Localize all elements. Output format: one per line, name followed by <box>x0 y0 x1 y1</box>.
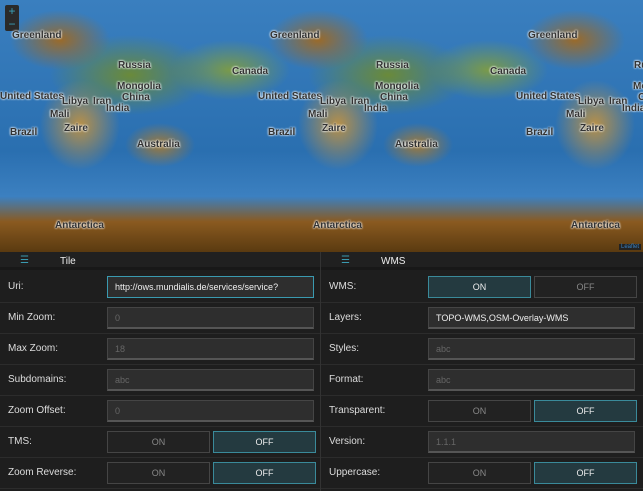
min-zoom-label: Min Zoom: <box>8 312 56 323</box>
zoom-offset-row: Zoom Offset: 0 <box>0 396 320 427</box>
layers-label: Layers: <box>329 312 362 323</box>
subdomains-label: Subdomains: <box>8 374 67 385</box>
map-label: Greenland <box>528 30 578 41</box>
map-label: Mali <box>50 109 70 120</box>
zoom-control: + − <box>5 5 19 31</box>
format-row: Format: abc <box>321 365 643 396</box>
tms-on-button[interactable]: ON <box>107 431 210 453</box>
map-label: India <box>622 103 643 114</box>
transparent-on-button[interactable]: ON <box>428 400 531 422</box>
transparent-row: Transparent: ON OFF <box>321 396 643 427</box>
map-label: Russia <box>634 60 643 71</box>
subdomains-row: Subdomains: abc <box>0 365 320 396</box>
sliders-icon: ☰ <box>20 255 29 266</box>
zoom-reverse-off-button[interactable]: OFF <box>213 462 316 484</box>
max-zoom-label: Max Zoom: <box>8 343 59 354</box>
sliders-icon: ☰ <box>341 255 350 266</box>
map-label: United States <box>0 91 64 102</box>
zoom-reverse-row: Zoom Reverse: ON OFF <box>0 458 320 489</box>
version-input[interactable]: 1.1.1 <box>428 431 635 453</box>
map-label: Brazil <box>526 127 554 138</box>
attribution-link[interactable]: Leaflet <box>618 244 641 250</box>
wms-header: ☰ WMS <box>321 252 643 270</box>
layers-row: Layers: TOPO-WMS,OSM-Overlay-WMS <box>321 303 643 334</box>
map-label: Antarctica <box>55 220 104 231</box>
transparent-off-button[interactable]: OFF <box>534 400 637 422</box>
map-label: India <box>106 103 130 114</box>
map-label: Zaire <box>64 123 88 134</box>
map-label: China <box>638 92 643 103</box>
layers-input[interactable]: TOPO-WMS,OSM-Overlay-WMS <box>428 307 635 329</box>
tile-title: Tile <box>60 256 76 267</box>
zoom-offset-input[interactable]: 0 <box>107 400 314 422</box>
tms-label: TMS: <box>8 436 32 447</box>
uppercase-off-button[interactable]: OFF <box>534 462 637 484</box>
uri-row: Uri: http://ows.mundialis.de/services/ser… <box>0 272 320 303</box>
map-label: Mongolia <box>633 81 643 92</box>
map-label: Canada <box>490 66 527 77</box>
transparent-label: Transparent: <box>329 405 386 416</box>
map-label: Antarctica <box>313 220 362 231</box>
wms-label: WMS: <box>329 281 357 292</box>
map-label: Greenland <box>12 30 62 41</box>
format-label: Format: <box>329 374 364 385</box>
uri-input[interactable]: http://ows.mundialis.de/services/service… <box>107 276 314 298</box>
uri-label: Uri: <box>8 281 24 292</box>
max-zoom-input[interactable]: 18 <box>107 338 314 360</box>
map-label: Mongolia <box>375 81 419 92</box>
map-label: Libya <box>320 96 347 107</box>
tms-row: TMS: ON OFF <box>0 427 320 458</box>
map-label: China <box>380 92 408 103</box>
map-label: Antarctica <box>571 220 620 231</box>
styles-label: Styles: <box>329 343 360 354</box>
map-label: China <box>122 92 150 103</box>
map-label: Russia <box>376 60 409 71</box>
map-label: Russia <box>118 60 151 71</box>
version-label: Version: <box>329 436 366 447</box>
map-label: Australia <box>137 139 180 150</box>
map-label: Brazil <box>268 127 296 138</box>
tile-header: ☰ Tile <box>0 252 320 270</box>
map-label: Mali <box>308 109 328 120</box>
min-zoom-input[interactable]: 0 <box>107 307 314 329</box>
zoom-reverse-label: Zoom Reverse: <box>8 467 77 478</box>
map-label: United States <box>258 91 322 102</box>
map-label: India <box>364 103 388 114</box>
version-row: Version: 1.1.1 <box>321 427 643 458</box>
map-label: United States <box>516 91 580 102</box>
uppercase-label: Uppercase: <box>329 467 381 478</box>
min-zoom-row: Min Zoom: 0 <box>0 303 320 334</box>
map-label: Brazil <box>10 127 38 138</box>
max-zoom-row: Max Zoom: 18 <box>0 334 320 365</box>
styles-row: Styles: abc <box>321 334 643 365</box>
zoom-offset-label: Zoom Offset: <box>8 405 66 416</box>
wms-off-button[interactable]: OFF <box>534 276 637 298</box>
wms-on-button[interactable]: ON <box>428 276 531 298</box>
map-label: Canada <box>232 66 269 77</box>
map-label: Zaire <box>580 123 604 134</box>
wms-row: WMS: ON OFF <box>321 272 643 303</box>
map-label: Mali <box>566 109 586 120</box>
wms-title: WMS <box>381 256 406 267</box>
format-input[interactable]: abc <box>428 369 635 391</box>
map-label: Mongolia <box>117 81 161 92</box>
uppercase-on-button[interactable]: ON <box>428 462 531 484</box>
map-label: Zaire <box>322 123 346 134</box>
map-label: Greenland <box>270 30 320 41</box>
tms-off-button[interactable]: OFF <box>213 431 316 453</box>
styles-input[interactable]: abc <box>428 338 635 360</box>
zoom-reverse-on-button[interactable]: ON <box>107 462 210 484</box>
map[interactable]: + − Leaflet Greenland Russia Canada United … <box>0 0 643 252</box>
subdomains-input[interactable]: abc <box>107 369 314 391</box>
map-label: Libya <box>62 96 89 107</box>
map-label: Libya <box>578 96 605 107</box>
map-label: Australia <box>395 139 438 150</box>
uppercase-row: Uppercase: ON OFF <box>321 458 643 489</box>
